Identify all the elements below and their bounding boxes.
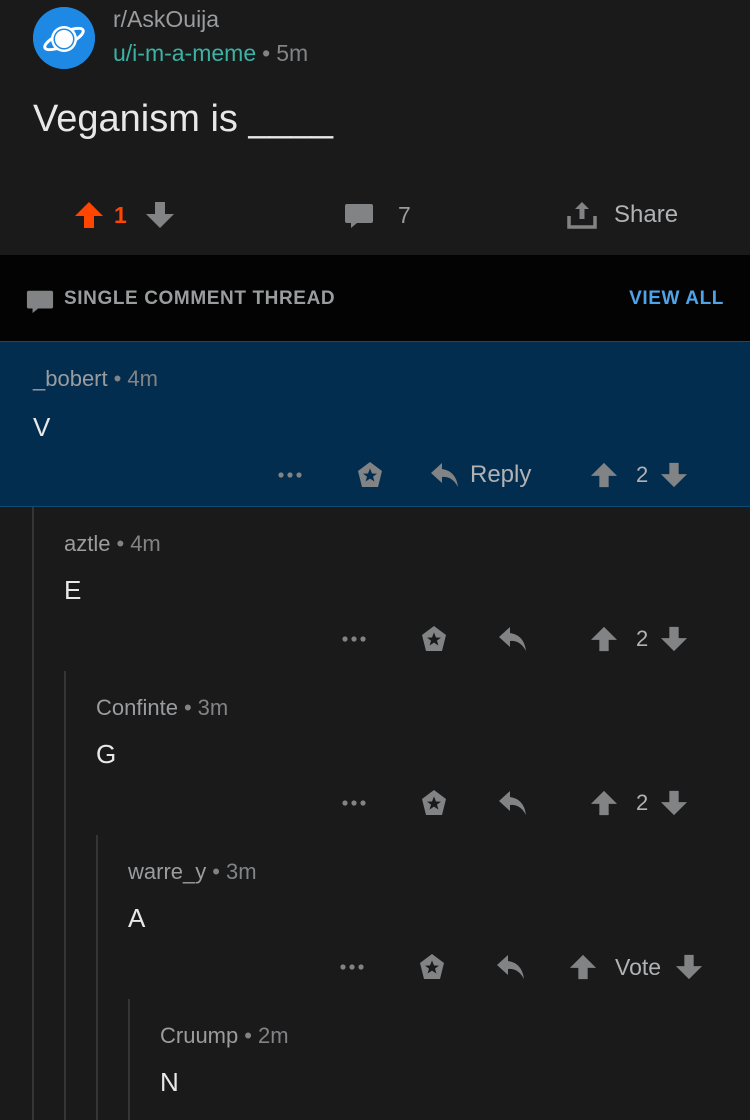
- reply-button[interactable]: [498, 619, 528, 659]
- comment-item: Cruump • 2m N: [0, 999, 750, 1120]
- comment-item: aztle • 4m E 2: [0, 507, 750, 671]
- comment-bubble-icon: [345, 204, 373, 228]
- reply-label: Reply: [470, 461, 532, 488]
- more-options-button[interactable]: [341, 783, 367, 823]
- comment-body: A: [128, 903, 146, 933]
- upvote-arrow-icon[interactable]: [590, 461, 618, 489]
- comment-age: 4m: [127, 366, 158, 391]
- comment-age: 3m: [225, 859, 257, 884]
- comment-actions: Vote: [0, 947, 750, 987]
- post-vote-count: 1: [114, 201, 127, 228]
- comments-button[interactable]: 7: [344, 193, 411, 237]
- reply-button[interactable]: [498, 783, 528, 823]
- post-age: 5m: [276, 40, 309, 66]
- post-author[interactable]: u/i-m-a-meme: [113, 40, 256, 66]
- post-title[interactable]: Veganism is ____: [33, 98, 333, 141]
- reply-arrow-icon: [499, 791, 526, 815]
- post-action-bar: 1 7 Share: [0, 193, 750, 237]
- more-dots-icon: [342, 800, 366, 806]
- downvote-arrow-icon[interactable]: [660, 625, 688, 653]
- upvote-arrow-icon[interactable]: [590, 625, 618, 653]
- award-icon: [422, 790, 446, 815]
- comment-vote-group: 2: [590, 619, 688, 659]
- thread-title: SINGLE COMMENT THREAD: [64, 288, 336, 309]
- comment-vote-group: 2: [590, 783, 688, 823]
- award-icon: [420, 954, 444, 979]
- award-button[interactable]: [419, 783, 449, 823]
- comment-item: Confinte • 3m G 2: [0, 671, 750, 835]
- share-icon: [567, 202, 597, 229]
- comment-score: 2: [636, 626, 649, 651]
- downvote-arrow-icon[interactable]: [675, 953, 703, 981]
- reply-button[interactable]: [496, 947, 526, 987]
- post-card: r/AskOuija u/i-m-a-meme • 5m Veganism is _…: [0, 0, 750, 255]
- separator-dot: •: [244, 1023, 252, 1048]
- comment-age: 3m: [197, 695, 229, 720]
- comment-actions: 2: [0, 783, 750, 823]
- separator-dot: •: [116, 531, 125, 556]
- separator-dot: •: [262, 40, 271, 66]
- comment-author[interactable]: Confinte: [96, 695, 178, 720]
- comments-count: 7: [398, 201, 411, 228]
- downvote-arrow-icon[interactable]: [660, 461, 688, 489]
- comment-age: 2m: [257, 1023, 289, 1048]
- upvote-arrow-icon[interactable]: [74, 200, 104, 230]
- award-icon: [358, 462, 382, 487]
- downvote-arrow-icon[interactable]: [660, 789, 688, 817]
- comment-author[interactable]: Cruump: [160, 1023, 238, 1048]
- post-vote-group: 1: [74, 193, 175, 237]
- award-button[interactable]: [417, 947, 447, 987]
- downvote-arrow-icon[interactable]: [145, 200, 175, 230]
- comment-item: _bobert • 4m V Reply 2: [0, 341, 750, 507]
- award-button[interactable]: [355, 455, 385, 495]
- comment-meta: _bobert • 4m: [33, 366, 158, 392]
- upvote-arrow-icon[interactable]: [590, 789, 618, 817]
- comment-body: V: [33, 412, 51, 442]
- subreddit-avatar[interactable]: [33, 7, 95, 69]
- separator-dot: •: [113, 366, 122, 391]
- comment-author[interactable]: aztle: [64, 531, 110, 556]
- comment-vote-group: Vote: [569, 947, 703, 987]
- more-options-button[interactable]: [339, 947, 365, 987]
- award-icon: [422, 626, 446, 651]
- comment-age: 4m: [130, 531, 161, 556]
- reply-arrow-icon: [497, 955, 524, 979]
- share-label: Share: [614, 201, 679, 228]
- more-dots-icon: [342, 636, 366, 642]
- share-button[interactable]: Share: [566, 193, 678, 237]
- separator-dot: •: [183, 695, 192, 720]
- comment-vote-group: 2: [590, 455, 688, 495]
- comment-body: E: [64, 575, 82, 605]
- vote-label: Vote: [615, 953, 662, 980]
- comment-meta: Cruump • 2m: [160, 1023, 289, 1049]
- comment-body: N: [160, 1067, 179, 1097]
- thread-header: SINGLE COMMENT THREAD VIEW ALL: [0, 255, 750, 341]
- more-options-button[interactable]: [341, 619, 367, 659]
- comment-meta: Confinte • 3m: [96, 695, 228, 721]
- reply-arrow-icon: [431, 463, 458, 487]
- comment-author[interactable]: warre_y: [128, 859, 206, 884]
- comment-item: warre_y • 3m A Vote: [0, 835, 750, 999]
- more-options-button[interactable]: [277, 455, 303, 495]
- comment-meta: warre_y • 3m: [128, 859, 257, 885]
- subreddit-name[interactable]: r/AskOuija: [113, 6, 219, 33]
- view-all-link[interactable]: VIEW ALL: [629, 288, 724, 310]
- comment-score: 2: [636, 462, 649, 487]
- post-byline: u/i-m-a-meme • 5m: [113, 40, 308, 67]
- comment-bubble-icon: [26, 290, 54, 314]
- comment-body: G: [96, 739, 117, 769]
- comment-author[interactable]: _bobert: [33, 366, 108, 391]
- comment-actions: 2: [0, 619, 750, 659]
- more-dots-icon: [278, 472, 302, 478]
- award-button[interactable]: [419, 619, 449, 659]
- separator-dot: •: [212, 859, 220, 884]
- comment-actions: Reply 2: [0, 455, 750, 495]
- planet-icon: [33, 7, 95, 69]
- upvote-arrow-icon[interactable]: [569, 953, 597, 981]
- comment-meta: aztle • 4m: [64, 531, 161, 557]
- reply-arrow-icon: [499, 627, 526, 651]
- reply-button[interactable]: Reply: [430, 455, 531, 495]
- comment-score: 2: [636, 790, 649, 815]
- more-dots-icon: [340, 964, 364, 970]
